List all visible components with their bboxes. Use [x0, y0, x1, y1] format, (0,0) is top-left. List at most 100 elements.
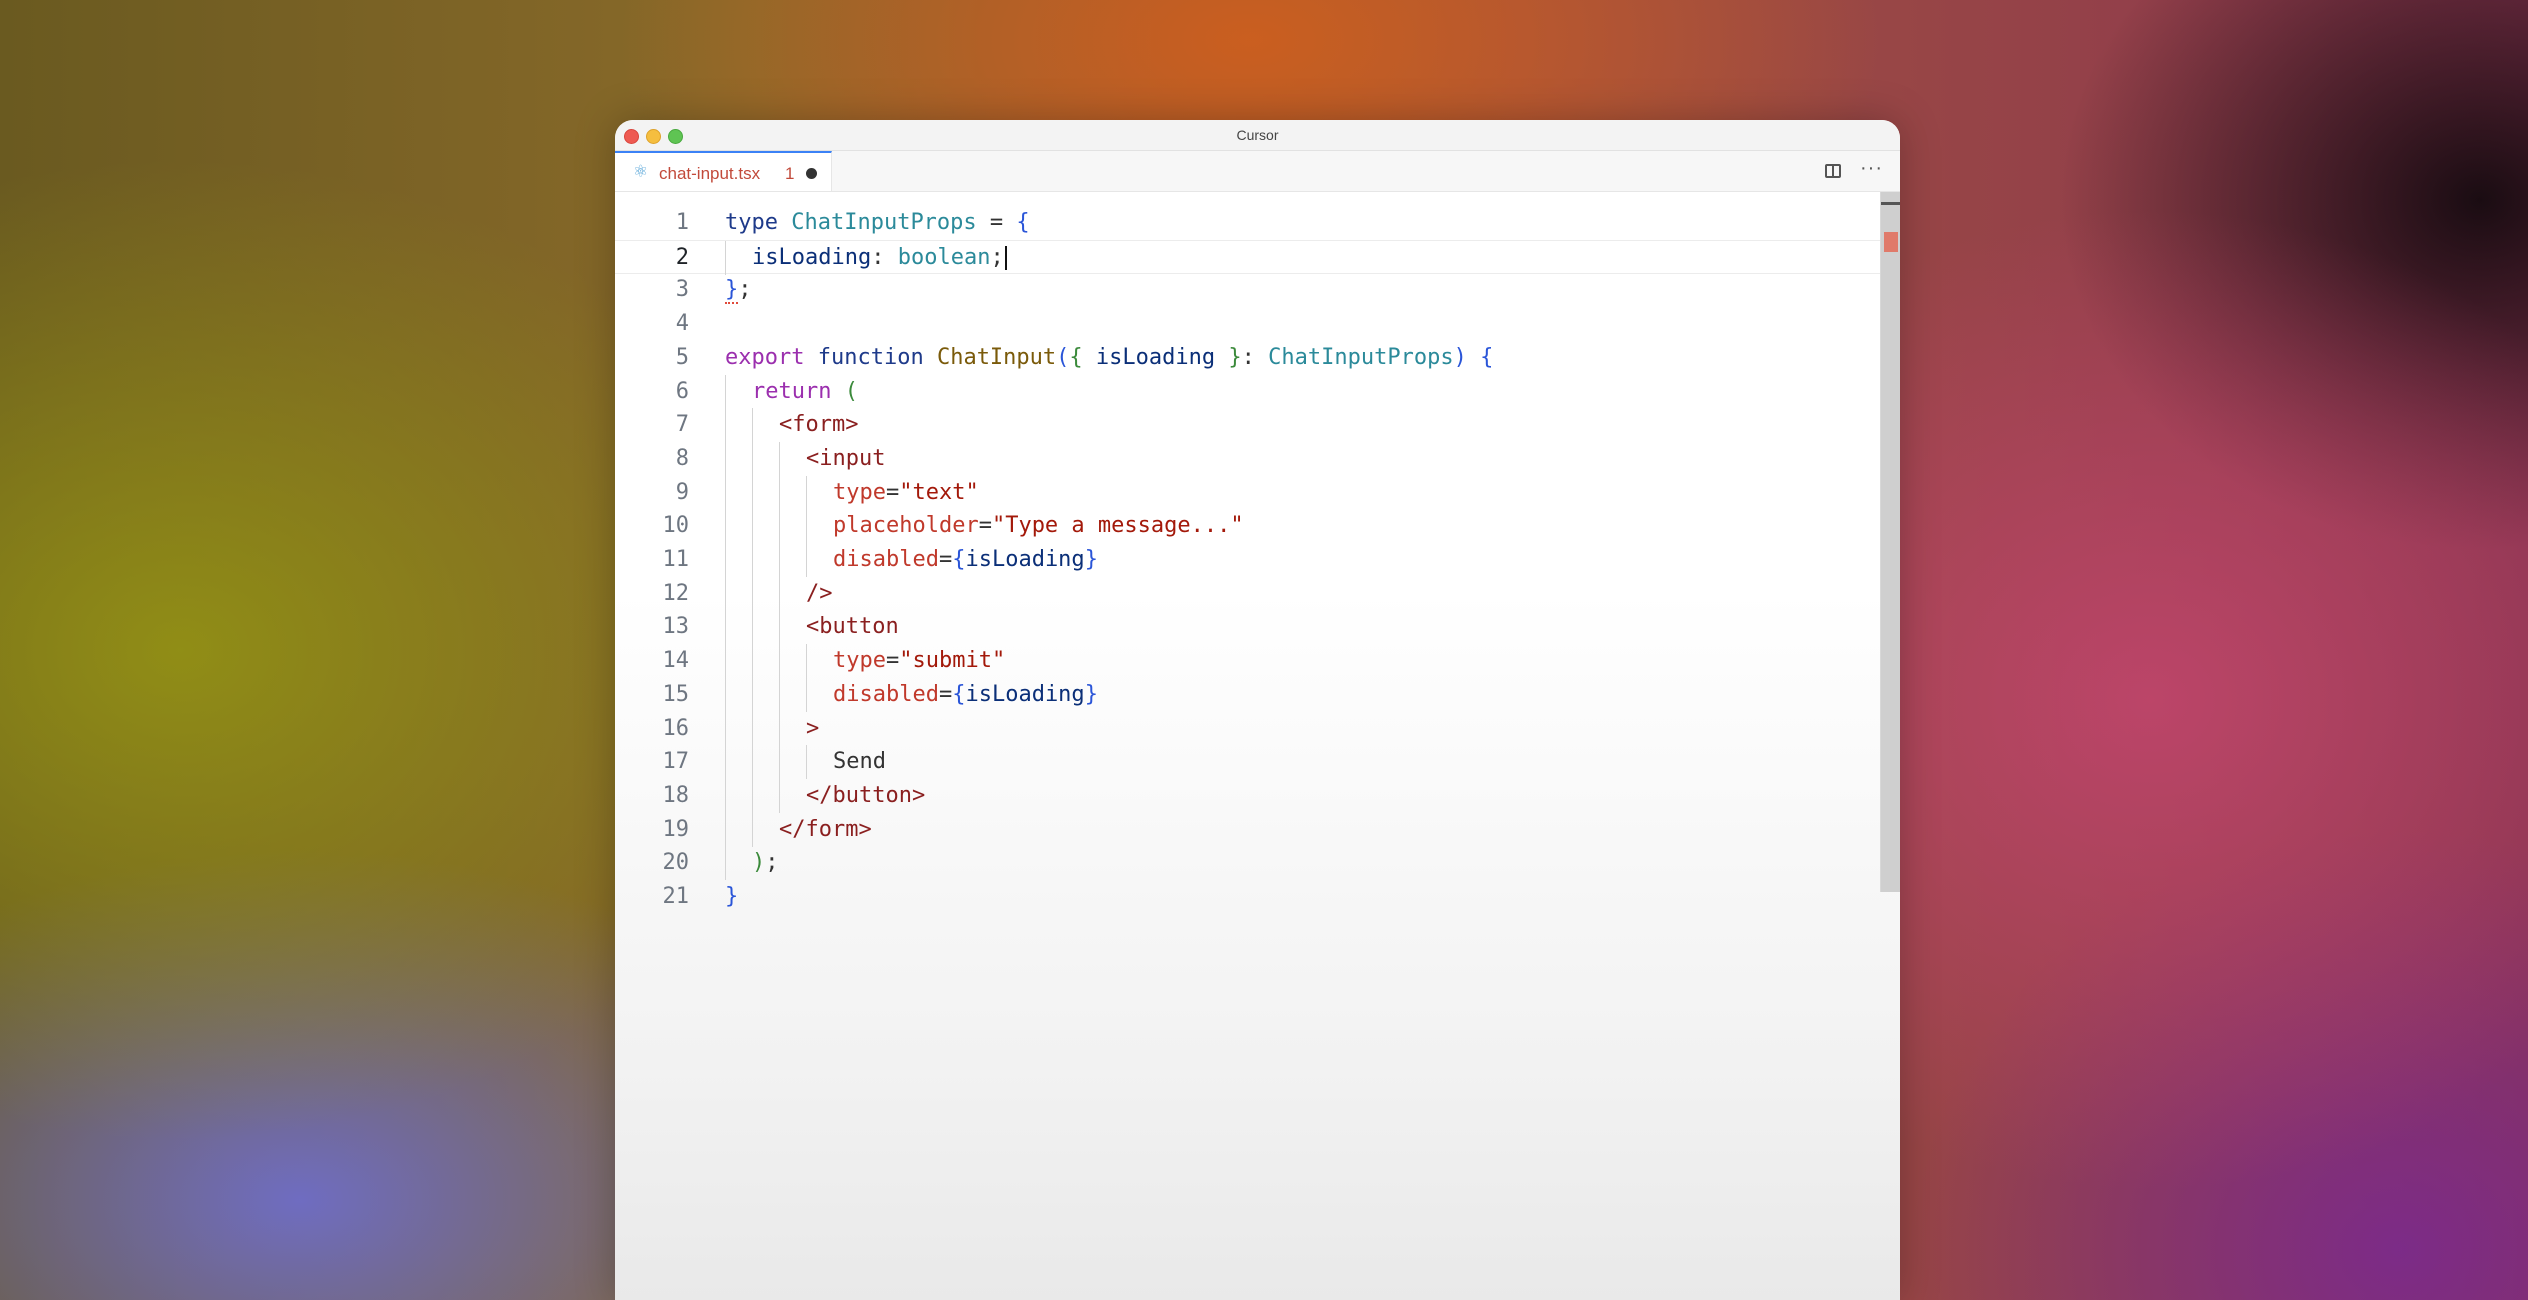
code-line[interactable]: 4 — [615, 307, 1880, 341]
line-number: 7 — [675, 412, 689, 438]
more-actions-icon[interactable]: ··· — [1860, 157, 1883, 180]
code-line[interactable]: 8 <input — [615, 441, 1880, 476]
code-line[interactable]: 12 /> — [615, 576, 1880, 611]
split-editor-icon[interactable] — [1825, 164, 1841, 178]
title-bar: Cursor — [615, 120, 1900, 151]
problem-count-badge: 1 — [785, 164, 795, 183]
indent-guide — [725, 374, 726, 409]
code-token: = — [976, 210, 1017, 235]
code-token: isLoading — [965, 681, 1085, 707]
code-token: "submit" — [899, 648, 1006, 674]
code-text: </form> — [779, 813, 872, 847]
code-token: { — [1069, 344, 1083, 370]
scroll-position-marker — [1881, 202, 1900, 205]
indent-guide — [752, 543, 753, 577]
vertical-scrollbar[interactable] — [1880, 192, 1900, 892]
code-line[interactable]: 20); — [615, 846, 1880, 881]
line-number: 2 — [675, 244, 689, 270]
code-token: Send — [833, 749, 886, 775]
line-number: 8 — [675, 445, 689, 471]
line-number: 12 — [662, 580, 690, 606]
line-number: 15 — [662, 681, 690, 707]
code-token: ) — [1453, 344, 1467, 370]
indent-guide — [725, 745, 726, 780]
code-line[interactable]: 15 disabled={isLoading} — [615, 677, 1880, 712]
code-line[interactable]: 5 export function ChatInput({ isLoading }… — [615, 341, 1880, 375]
code-token: ) — [752, 850, 766, 876]
indent-guide — [725, 509, 726, 544]
code-token: ( — [1056, 344, 1070, 370]
line-number: 17 — [662, 749, 690, 775]
indent-guide — [725, 240, 726, 275]
code-token: </button> — [806, 782, 926, 808]
line-number: 11 — [662, 547, 690, 572]
react-icon: ⚛ — [633, 162, 649, 181]
code-text: placeholder="Type a message..." — [833, 509, 1244, 543]
indent-guide — [752, 576, 753, 611]
tab-label: chat-input.tsx — [659, 164, 761, 183]
code-token: ; — [990, 244, 1004, 270]
code-line[interactable]: 21} — [615, 880, 1880, 914]
code-text: export function ChatInput({ isLoading }:… — [725, 341, 1493, 375]
editor-window: Cursor ⚛ chat-input.tsx 1 ··· 1 type Chat… — [615, 120, 1900, 1300]
indent-guide — [806, 644, 807, 679]
indent-guide — [806, 475, 807, 510]
indent-guide — [752, 441, 753, 476]
indent-guide — [779, 711, 780, 746]
code-line[interactable]: 2 isLoading: boolean; — [615, 239, 1880, 275]
code-line[interactable]: 1 type ChatInputProps = { — [615, 206, 1880, 240]
code-text: <button — [806, 610, 899, 644]
line-number: 18 — [662, 782, 690, 808]
indent-guide — [779, 778, 780, 813]
code-line[interactable]: 14 type="submit" — [615, 644, 1880, 679]
code-token: ChatInputProps — [1268, 344, 1454, 370]
indent-guide — [725, 441, 726, 476]
tab-chat-input[interactable]: ⚛ chat-input.tsx 1 — [615, 151, 832, 191]
indent-guide — [752, 610, 753, 645]
code-token: } — [725, 884, 739, 909]
indent-guide — [806, 677, 807, 712]
code-token: { — [1016, 210, 1030, 235]
indent-guide — [779, 677, 780, 712]
code-token: = — [885, 479, 900, 505]
indent-guide — [779, 543, 780, 577]
code-text: <input — [806, 442, 885, 476]
indent-guide — [752, 677, 753, 712]
code-line[interactable]: 13 <button — [615, 610, 1880, 645]
code-token: export — [725, 344, 805, 370]
code-line[interactable]: 17 Send — [615, 745, 1880, 780]
code-line[interactable]: 10 placeholder="Type a message..." — [615, 509, 1880, 544]
code-token: > — [806, 715, 820, 741]
code-text: ); — [752, 846, 779, 880]
code-editor[interactable]: 1 type ChatInputProps = {2 isLoading: bool… — [615, 192, 1900, 1300]
tab-bar: ⚛ chat-input.tsx 1 ··· — [615, 151, 1900, 192]
code-text: type ChatInputProps = { — [725, 206, 1030, 240]
line-number: 9 — [675, 479, 689, 505]
code-line[interactable]: 19 </form> — [615, 812, 1880, 847]
indent-guide — [725, 846, 726, 881]
code-token: ChatInputProps — [791, 210, 977, 235]
code-text: type="text" — [833, 476, 979, 510]
indent-guide — [725, 711, 726, 746]
code-line[interactable]: 3}; — [615, 273, 1880, 307]
code-token: = — [938, 547, 953, 572]
code-token: = — [885, 648, 900, 674]
code-line[interactable]: 6 return ( — [615, 374, 1880, 409]
unsaved-dot-icon[interactable] — [806, 168, 817, 179]
indent-guide — [725, 610, 726, 645]
code-line[interactable]: 7 <form> — [615, 408, 1880, 443]
indent-guide — [779, 745, 780, 780]
code-token: /> — [806, 580, 833, 606]
code-line[interactable]: 11 disabled={isLoading} — [615, 543, 1880, 577]
indent-guide — [779, 475, 780, 510]
code-line[interactable]: 16 > — [615, 711, 1880, 746]
code-text: type="submit" — [833, 644, 1005, 678]
code-line[interactable]: 9 type="text" — [615, 475, 1880, 510]
indent-guide — [752, 711, 753, 746]
code-token: type — [725, 210, 778, 235]
code-token: boolean — [897, 244, 991, 270]
code-line[interactable]: 18 </button> — [615, 778, 1880, 813]
